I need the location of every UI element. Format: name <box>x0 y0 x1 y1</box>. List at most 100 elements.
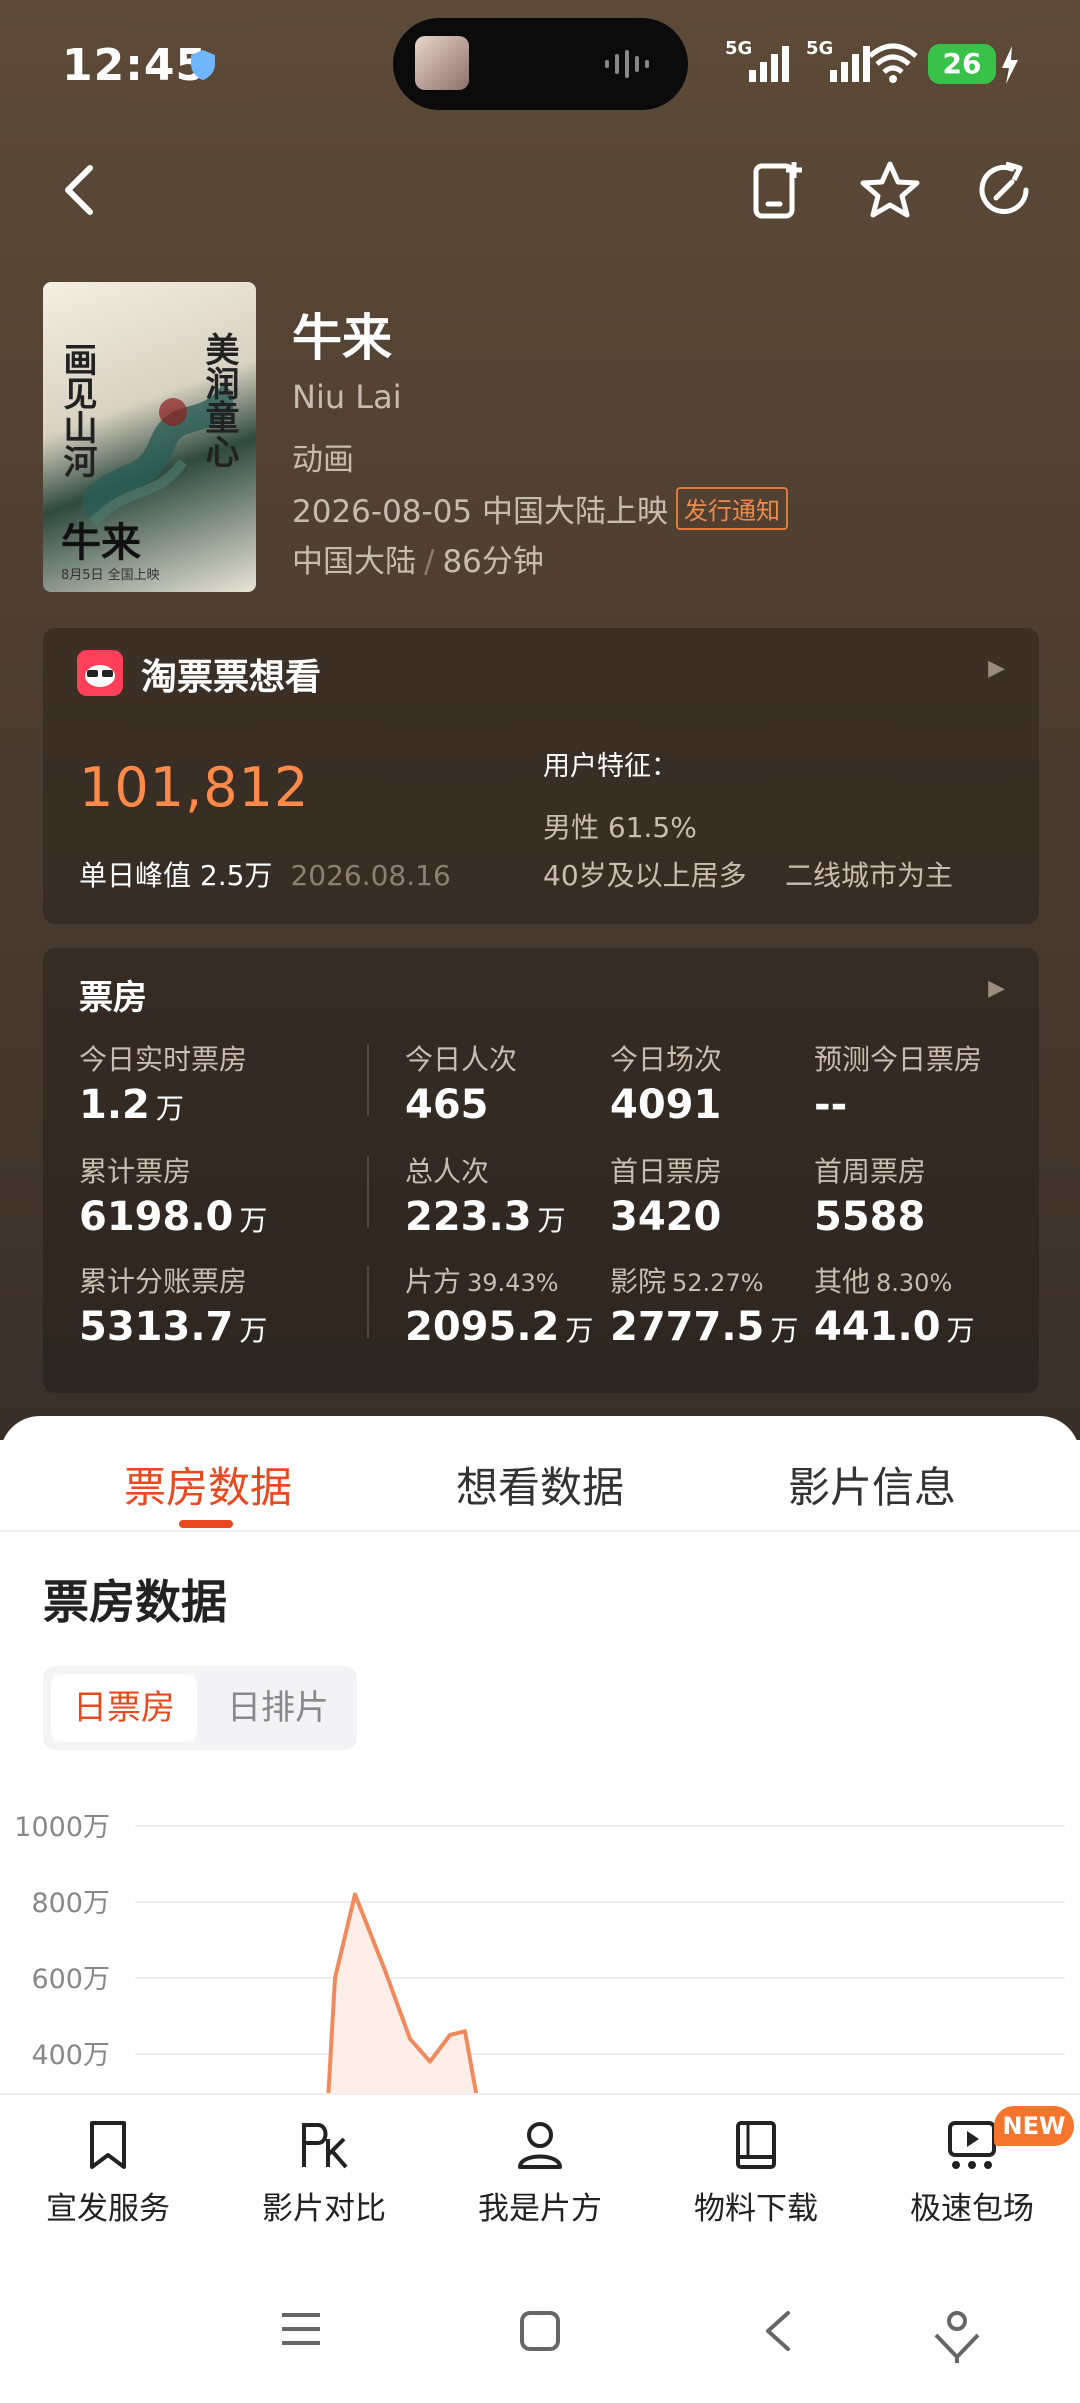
signal-1-label: 5G <box>725 38 752 59</box>
movie-english-title: Niu Lai <box>292 378 402 416</box>
divider <box>367 1266 369 1338</box>
audio-wave-icon <box>605 50 649 78</box>
stat-value: -- <box>814 1082 848 1128</box>
poster-text-right: 美润童心 <box>199 332 239 468</box>
stat-label: 累计分账票房 <box>79 1265 248 1298</box>
toolbar-label: 我是片方 <box>478 2191 602 2227</box>
divider <box>367 1156 369 1228</box>
stat-unit: 万 <box>239 1204 268 1237</box>
pk-icon <box>302 2123 348 2169</box>
want-count: 101,812 <box>79 756 310 819</box>
feature-age: 40岁及以上居多 <box>543 859 747 892</box>
features-title: 用户特征： <box>543 751 678 782</box>
chart-ytick-label: 600万 <box>31 1964 110 1995</box>
release-date: 2026-08-05 中国大陆上映 <box>292 494 669 530</box>
peak-info: 单日峰值 2.5万 2026.08.16 <box>79 854 451 894</box>
stat-value: 4091 <box>610 1082 722 1128</box>
toolbar-i-am-producer[interactable]: 我是片方 <box>440 2117 640 2228</box>
battery-indicator: 26 <box>928 44 996 84</box>
release-notice-tag[interactable]: 发行通知 <box>676 487 789 530</box>
stat-value: 2095.2 <box>405 1304 560 1350</box>
section-title: 票房数据 <box>43 1575 227 1629</box>
movie-genre: 动画 <box>292 442 354 478</box>
stat-today-admissions: 今日人次 465 <box>405 1038 517 1128</box>
meta-separator: / <box>424 544 435 580</box>
movie-region: 中国大陆 <box>292 544 416 580</box>
movie-meta: 中国大陆/86分钟 <box>292 536 544 581</box>
tab-box-office-data[interactable]: 票房数据 <box>124 1454 292 1515</box>
status-bar: 12:45 5G 5G 26 <box>0 0 1080 130</box>
box-office-card[interactable]: 票房 ▶ 今日实时票房 1.2 万 今日人次 465 今日场次 4091 预测今日… <box>43 948 1039 1393</box>
movie-duration: 86分钟 <box>442 544 544 580</box>
menu-icon[interactable] <box>278 2309 324 2349</box>
stat-label: 首日票房 <box>610 1155 723 1188</box>
dynamic-island[interactable] <box>393 18 688 110</box>
system-navigation-bar <box>0 2243 1080 2403</box>
play-arrow-icon[interactable]: ▶ <box>988 656 1005 681</box>
stat-split-box: 累计分账票房 5313.7 万 <box>79 1260 267 1350</box>
box-office-chart[interactable]: 1000万 800万 600万 400万 <box>0 1786 1080 2106</box>
charging-bolt-icon <box>1002 46 1018 84</box>
toolbar-label: 宣发服务 <box>46 2191 170 2227</box>
movie-poster[interactable]: 画见山河 美润童心 牛来 8月5日 全国上映 <box>43 282 256 592</box>
segment-daily-box[interactable]: 日票房 <box>51 1674 197 1742</box>
stat-value: 5313.7 <box>79 1304 234 1350</box>
feature-city: 二线城市为主 <box>785 859 954 892</box>
back-icon[interactable] <box>50 158 114 222</box>
stat-value: 3420 <box>610 1194 722 1240</box>
stat-percent: 52.27% <box>672 1269 764 1297</box>
wifi-icon <box>868 43 918 83</box>
stat-other-share: 其他 8.30% 441.0 万 <box>814 1260 975 1350</box>
poster-date: 8月5日 全国上映 <box>61 568 160 583</box>
signal-5g-icon: 5G <box>725 38 789 82</box>
toolbar-movie-compare[interactable]: 影片对比 <box>224 2117 424 2228</box>
stat-total-box: 累计票房 6198.0 万 <box>79 1150 267 1240</box>
movie-title: 牛来 <box>292 309 392 367</box>
stat-value: 441.0 <box>814 1304 941 1350</box>
stat-today-shows: 今日场次 4091 <box>610 1038 727 1128</box>
video-icon <box>948 2121 996 2169</box>
toolbar-material-download[interactable]: 物料下载 <box>656 2117 856 2228</box>
stat-value: 2777.5 <box>610 1304 765 1350</box>
stat-unit: 万 <box>946 1314 975 1347</box>
stat-unit: 万 <box>155 1092 184 1125</box>
stat-first-week: 首周票房 5588 <box>814 1150 931 1240</box>
stat-producer-share: 片方 39.43% 2095.2 万 <box>405 1260 593 1350</box>
stat-label: 其他 <box>814 1265 871 1298</box>
segment-daily-schedule[interactable]: 日排片 <box>213 1674 343 1742</box>
stat-unit: 万 <box>770 1314 799 1347</box>
chart-ytick-label: 800万 <box>31 1888 110 1919</box>
stat-value: 223.3 <box>405 1194 532 1240</box>
bottom-toolbar: 宣发服务 影片对比 我是片方 物料下载 极速包场 <box>0 2093 1080 2245</box>
stat-label: 累计票房 <box>79 1155 192 1188</box>
toolbar-label: 极速包场 <box>910 2191 1034 2227</box>
stat-label: 今日实时票房 <box>79 1043 248 1076</box>
movie-release: 2026-08-05 中国大陆上映 发行通知 <box>292 486 789 531</box>
stat-percent: 39.43% <box>467 1269 559 1297</box>
person-icon <box>518 2122 562 2169</box>
feature-gender: 男性 61.5% <box>543 811 697 844</box>
chart-ytick-label: 1000万 <box>14 1812 110 1843</box>
stat-value: 465 <box>405 1082 489 1128</box>
want-to-watch-card[interactable]: 淘票票想看 ▶ 101,812 单日峰值 2.5万 2026.08.16 用户特征… <box>43 628 1039 924</box>
tab-movie-info[interactable]: 影片信息 <box>788 1454 956 1515</box>
assistant-icon[interactable] <box>932 2309 982 2363</box>
stat-label: 预测今日票房 <box>814 1043 983 1076</box>
signal-5g-icon-2: 5G <box>806 38 870 82</box>
chart-ytick-label: 400万 <box>31 2040 110 2071</box>
share-icon[interactable] <box>972 158 1036 222</box>
stat-unit: 万 <box>239 1314 268 1347</box>
back-nav-icon[interactable] <box>760 2309 796 2353</box>
add-to-calendar-icon[interactable] <box>746 158 810 222</box>
toolbar-promotion-service[interactable]: 宣发服务 <box>8 2117 208 2228</box>
tab-want-data[interactable]: 想看数据 <box>456 1454 624 1515</box>
segment-control: 日票房 日排片 <box>43 1666 357 1750</box>
home-icon[interactable] <box>518 2309 562 2353</box>
stat-forecast: 预测今日票房 -- <box>814 1038 982 1128</box>
play-arrow-icon[interactable]: ▶ <box>988 976 1005 1001</box>
toolbar-label: 影片对比 <box>262 2191 386 2227</box>
stat-percent: 8.30% <box>876 1269 953 1297</box>
stat-label: 今日场次 <box>610 1043 723 1076</box>
shield-icon <box>191 50 215 80</box>
star-icon[interactable] <box>858 158 922 222</box>
